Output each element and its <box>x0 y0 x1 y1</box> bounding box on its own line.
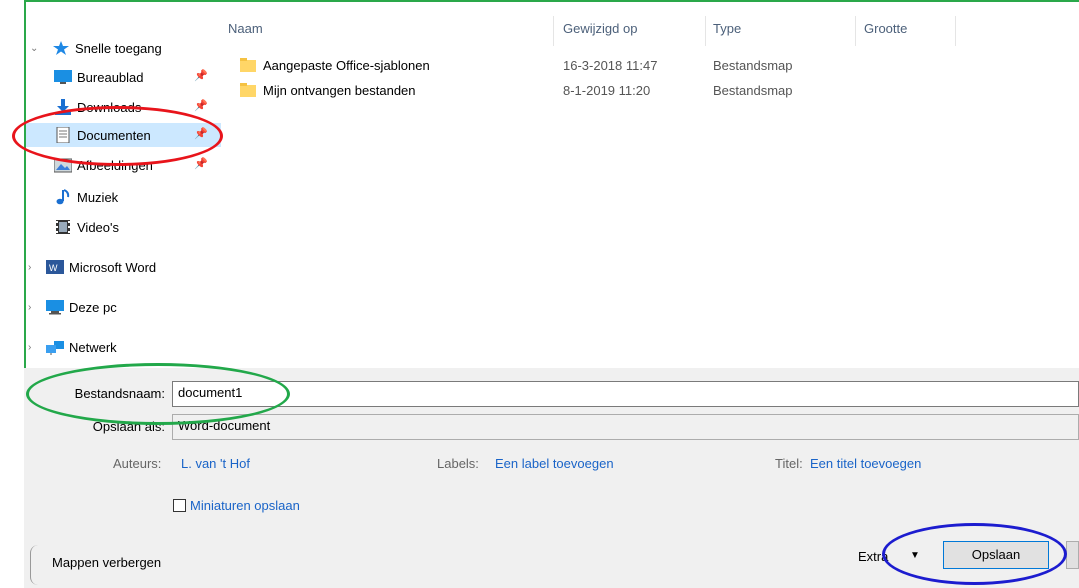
folder-icon <box>240 58 256 72</box>
save-type-value: Word-document <box>178 418 271 433</box>
title-label: Titel: <box>775 456 803 471</box>
sidebar-item-this-pc[interactable]: › Deze pc <box>28 295 117 319</box>
sidebar-item-downloads[interactable]: Downloads 📌 <box>54 95 210 119</box>
column-header-type[interactable]: Type <box>713 21 741 36</box>
chevron-right-icon[interactable]: › <box>28 263 38 273</box>
authors-link[interactable]: L. van 't Hof <box>181 456 250 471</box>
title-link[interactable]: Een titel toevoegen <box>810 456 921 471</box>
sidebar-item-label: Video's <box>77 219 119 235</box>
hide-folders-button[interactable]: Mappen verbergen <box>52 555 161 570</box>
sidebar-item-pictures[interactable]: Afbeeldingen 📌 <box>53 153 210 177</box>
file-name: Mijn ontvangen bestanden <box>263 83 416 98</box>
sidebar-item-label: Afbeeldingen <box>77 157 153 173</box>
filename-field[interactable]: document1 <box>172 381 1079 407</box>
column-header-size[interactable]: Grootte <box>864 21 907 36</box>
download-icon <box>54 99 72 115</box>
sidebar-item-quick-access[interactable]: ⌄ Snelle toegang <box>30 36 162 60</box>
folder-icon <box>240 83 256 97</box>
sidebar-item-network[interactable]: › Netwerk <box>28 335 117 359</box>
tags-label: Labels: <box>437 456 479 471</box>
navigation-pane: ⌄ Snelle toegang Bureaublad 📌 Downloads … <box>26 0 223 368</box>
thumbnail-label[interactable]: Miniaturen opslaan <box>190 498 300 513</box>
column-divider[interactable] <box>553 16 554 46</box>
sidebar-item-label: Microsoft Word <box>69 259 157 275</box>
document-icon <box>54 126 72 144</box>
pin-icon[interactable]: 📌 <box>194 99 208 113</box>
file-row[interactable]: Aangepaste Office-sjablonen 16-3-2018 11… <box>223 55 1079 77</box>
sidebar-item-label: Netwerk <box>69 339 117 355</box>
chevron-right-icon[interactable]: › <box>28 343 38 353</box>
sidebar-item-label: Bureaublad <box>77 69 144 85</box>
svg-text:W: W <box>49 263 58 273</box>
pin-icon[interactable]: 📌 <box>194 157 208 171</box>
sidebar-item-label: Downloads <box>77 99 142 115</box>
tags-link[interactable]: Een label toevoegen <box>495 456 614 471</box>
dropdown-arrow-icon[interactable]: ▼ <box>910 550 920 561</box>
file-type: Bestandsmap <box>713 83 793 98</box>
network-icon <box>46 339 64 355</box>
authors-label: Auteurs: <box>113 456 162 471</box>
save-type-select[interactable]: Word-document <box>172 414 1079 440</box>
save-type-label: Opslaan als: <box>92 419 165 434</box>
sidebar-item-label: Muziek <box>77 189 119 205</box>
chevron-down-icon[interactable]: ⌄ <box>30 44 40 54</box>
save-button[interactable]: Opslaan <box>943 541 1049 569</box>
file-date: 16-3-2018 11:47 <box>563 58 658 73</box>
music-icon <box>54 189 72 205</box>
column-divider[interactable] <box>955 16 956 46</box>
desktop-icon <box>54 69 72 85</box>
chevron-right-icon[interactable]: › <box>28 303 38 313</box>
thumbnail-checkbox[interactable] <box>173 499 186 512</box>
column-divider[interactable] <box>855 16 856 46</box>
sidebar-item-label: Snelle toegang <box>75 40 162 56</box>
sidebar-item-desktop[interactable]: Bureaublad 📌 <box>54 65 210 89</box>
sidebar-item-label: Deze pc <box>69 299 117 315</box>
filename-label: Bestandsnaam: <box>74 386 165 401</box>
column-header-modified[interactable]: Gewijzigd op <box>563 21 637 36</box>
pictures-icon <box>53 157 73 173</box>
pin-icon[interactable]: 📌 <box>194 69 208 83</box>
word-icon: W <box>46 259 64 275</box>
cancel-button[interactable] <box>1066 541 1079 569</box>
star-icon <box>52 40 70 56</box>
sidebar-item-videos[interactable]: Video's <box>54 215 119 239</box>
sidebar-item-documents[interactable]: Documenten 📌 <box>26 123 221 147</box>
sidebar-item-label: Documenten <box>77 127 151 143</box>
filename-value: document1 <box>178 385 243 400</box>
column-header-name[interactable]: Naam <box>228 21 263 36</box>
video-icon <box>54 219 72 235</box>
file-type: Bestandsmap <box>713 58 793 73</box>
file-row[interactable]: Mijn ontvangen bestanden 8-1-2019 11:20 … <box>223 80 1079 102</box>
hide-folders-arrow-icon[interactable] <box>30 545 41 585</box>
sidebar-item-microsoft-word[interactable]: › W Microsoft Word <box>28 255 157 279</box>
tools-label[interactable]: Extra <box>858 549 888 564</box>
sidebar-item-music[interactable]: Muziek <box>54 185 118 209</box>
computer-icon <box>46 299 64 315</box>
file-name: Aangepaste Office-sjablonen <box>263 58 430 73</box>
pin-icon[interactable]: 📌 <box>194 127 208 141</box>
file-date: 8-1-2019 11:20 <box>563 83 651 98</box>
column-divider[interactable] <box>705 16 706 46</box>
